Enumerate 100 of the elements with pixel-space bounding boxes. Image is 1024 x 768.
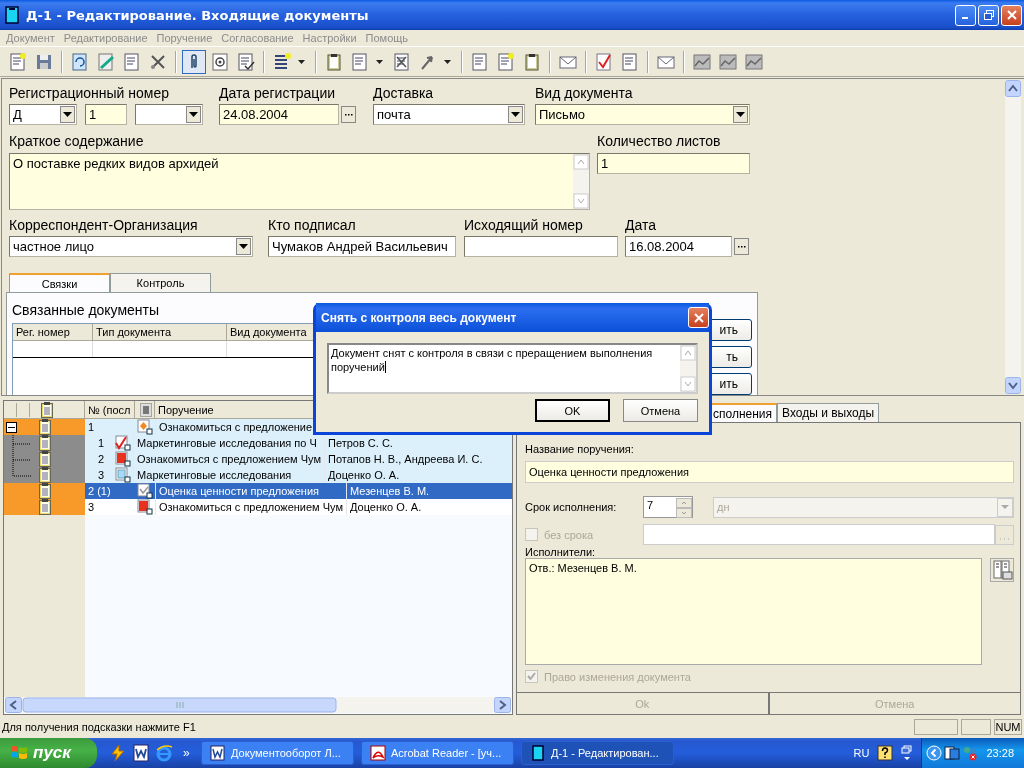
- status-panel: [914, 718, 958, 735]
- collapse-icon[interactable]: [6, 422, 17, 433]
- table-row[interactable]: 3 Маркетинговые исследования Доценко О. А.: [4, 467, 512, 483]
- table-row[interactable]: 2 (1) Оценка ценности предложения Мезенцев В. М.: [4, 483, 512, 499]
- column-header[interactable]: № (посл: [85, 401, 135, 418]
- text-field[interactable]: Оценка ценности предложения: [525, 461, 1014, 483]
- word-document-icon[interactable]: [132, 744, 150, 762]
- tree-line: [12, 435, 32, 452]
- date-field[interactable]: 16.08.2004: [625, 236, 732, 257]
- tab[interactable]: Контроль: [110, 273, 211, 292]
- word-document-icon[interactable]: [210, 745, 226, 761]
- restore-icon[interactable]: [982, 9, 995, 21]
- table-row[interactable]: 2 Ознакомиться с предложением Чум Потапов Н. В., Андреева И. С.: [4, 451, 512, 467]
- dialog-button[interactable]: Отмена: [623, 399, 698, 422]
- text-area[interactable]: О поставке редких видов архидей: [9, 153, 590, 210]
- field-label: Дата регистрации: [219, 85, 337, 102]
- pdf-icon[interactable]: [370, 745, 386, 761]
- window-restore-icon[interactable]: [901, 745, 914, 761]
- app-icon: [5, 6, 19, 24]
- clipboard-icon: [39, 451, 51, 467]
- address-book-icon[interactable]: [990, 558, 1014, 582]
- field-label: Вид документа: [535, 85, 634, 102]
- taskbar-button-label[interactable]: Документооборот Л...: [231, 747, 341, 759]
- close-button[interactable]: [1001, 4, 1022, 26]
- app-icon[interactable]: [530, 745, 546, 761]
- field-label: Название поручения:: [525, 443, 635, 455]
- window-title: Д-1 - Редактирование. Входящие документы: [26, 7, 370, 23]
- taskbar-button[interactable]: Acrobat Reader - [уч...: [361, 741, 514, 765]
- field-label: Исполнители:: [525, 546, 597, 558]
- status-panel: [961, 718, 991, 735]
- scrollbar[interactable]: [573, 154, 589, 209]
- clipboard-icon: [41, 401, 53, 418]
- scrollbar[interactable]: [1005, 80, 1021, 394]
- field-label: Исходящий номер: [464, 217, 584, 234]
- spin-box[interactable]: 7: [643, 496, 693, 518]
- input-field[interactable]: [643, 524, 995, 545]
- text-area[interactable]: Отв.: Мезенцев В. М.: [525, 558, 982, 665]
- quick-launch-more[interactable]: »: [183, 746, 190, 760]
- taskbar-button-label[interactable]: Acrobat Reader - [уч...: [391, 747, 502, 759]
- tab[interactable]: Связки: [9, 273, 110, 293]
- text-field[interactable]: 1: [85, 104, 127, 125]
- table-cell-text: 2: [97, 452, 106, 467]
- text-field[interactable]: [464, 236, 618, 257]
- clock: 23:28: [986, 747, 1014, 759]
- status-icon: [137, 483, 153, 499]
- field-label: Кто подписал: [268, 217, 357, 234]
- windows-icon[interactable]: [944, 745, 961, 761]
- dropdown[interactable]: почта: [373, 104, 525, 125]
- field-label: Регистрационный номер: [9, 85, 170, 102]
- status-icon: [137, 499, 153, 515]
- text-field[interactable]: 1: [597, 153, 750, 174]
- section-title: Связанные документы: [12, 302, 160, 320]
- browser-icon[interactable]: [155, 744, 173, 762]
- table-cell-text: 1: [87, 420, 96, 435]
- field-label: Корреспондент-Организация: [9, 217, 199, 234]
- table-row[interactable]: 1 Маркетинговые исследования по Ч Петров С. С.: [4, 435, 512, 451]
- column-header[interactable]: Рег. номер: [13, 324, 93, 340]
- column-header[interactable]: Тип документа: [93, 324, 227, 340]
- paperclip-icon[interactable]: [182, 49, 206, 74]
- taskbar-button[interactable]: Документооборот Л...: [201, 741, 354, 765]
- text-area[interactable]: Документ снят с контроля в связи с преращением выполнения поручений: [327, 343, 698, 394]
- status-icon: [140, 402, 152, 417]
- close-icon[interactable]: [1005, 9, 1018, 21]
- field-label: Срок исполнения:: [525, 501, 618, 513]
- spin-arrows-icon[interactable]: [676, 498, 692, 518]
- text-field[interactable]: Чумаков Андрей Васильевич: [268, 236, 456, 257]
- status-text: Для получения подсказки нажмите F1: [2, 720, 197, 733]
- table-row[interactable]: 3 Ознакомиться с предложением Чум Доценко О. А.: [4, 499, 512, 515]
- lightning-icon[interactable]: [109, 744, 127, 762]
- field-label: Доставка: [373, 85, 435, 102]
- ellipsis-button-icon[interactable]: [734, 238, 749, 255]
- help-icon[interactable]: [877, 745, 894, 761]
- taskbar-button[interactable]: Д-1 - Редактирован...: [521, 741, 674, 765]
- ellipsis-button-icon[interactable]: [341, 106, 356, 123]
- dialog-button[interactable]: OK: [535, 399, 610, 422]
- table-cell-text: 2 (1): [87, 484, 112, 499]
- clipboard-icon: [39, 483, 51, 499]
- date-field[interactable]: 24.08.2004: [219, 104, 339, 125]
- field-label: Краткое содержание: [9, 133, 145, 150]
- taskbar-button-label[interactable]: Д-1 - Редактирован...: [551, 747, 659, 759]
- status-icon: [115, 451, 131, 467]
- dropdown[interactable]: Д: [9, 104, 77, 125]
- dropdown[interactable]: частное лицо: [9, 236, 253, 257]
- dropdown[interactable]: [135, 104, 203, 125]
- language-indicator[interactable]: RU: [853, 747, 870, 759]
- tab[interactable]: Входы и выходы: [777, 403, 880, 422]
- status-icon: [115, 467, 131, 483]
- minimize-button[interactable]: [955, 4, 976, 26]
- status-icon: [115, 435, 131, 451]
- chevron-left-icon[interactable]: [926, 745, 943, 761]
- field-label: Дата: [625, 217, 657, 234]
- table-cell-text: 3: [97, 468, 106, 483]
- clipboard-icon: [39, 435, 51, 451]
- scrollbar[interactable]: [5, 697, 511, 713]
- status-indicator: NUM: [994, 718, 1022, 735]
- field-label: Количество листов: [597, 133, 722, 150]
- scrollbar[interactable]: [680, 345, 696, 392]
- dialog-title: Снять с контроля весь документ: [321, 310, 517, 325]
- maximize-button[interactable]: [978, 4, 999, 26]
- dropdown[interactable]: Письмо: [535, 104, 750, 125]
